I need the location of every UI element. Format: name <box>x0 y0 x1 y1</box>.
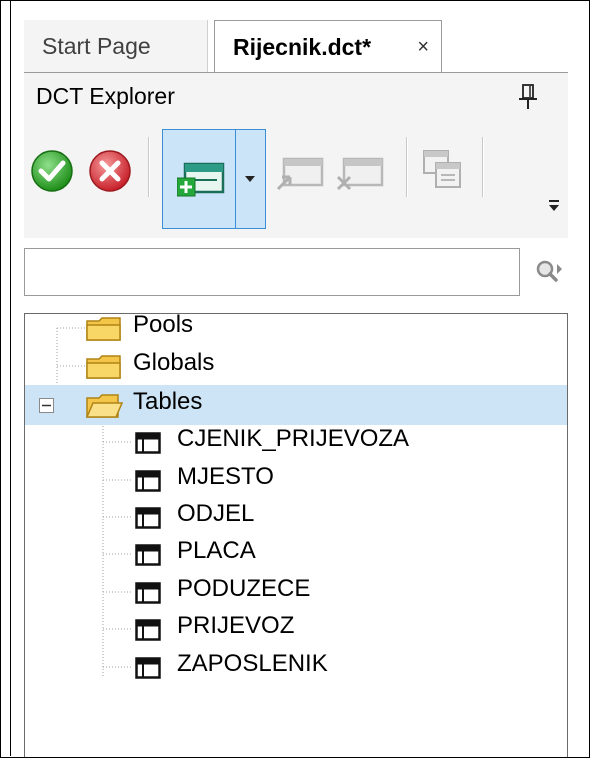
folder-icon <box>86 355 121 379</box>
pin-icon[interactable] <box>518 83 538 111</box>
dct-explorer-panel: DCT Explorer Pools Globals Tables CJENIK… <box>24 72 568 757</box>
red-x-icon[interactable] <box>88 149 132 193</box>
search-icon[interactable] <box>534 258 564 286</box>
tree-node-table[interactable]: PLACA <box>25 534 567 574</box>
table-icon <box>135 432 161 454</box>
import-icon[interactable] <box>276 155 326 193</box>
tree-node-pools[interactable]: Pools <box>25 308 567 348</box>
tab-label: Rijecnik.dct* <box>233 34 372 60</box>
copy-icon[interactable] <box>420 147 466 193</box>
table-icon <box>135 619 161 641</box>
tab-rijecnik[interactable]: Rijecnik.dct* × <box>214 20 442 72</box>
table-icon <box>135 544 161 566</box>
collapse-icon[interactable] <box>39 398 54 413</box>
tree-node-label: MJESTO <box>177 463 274 490</box>
tree-node-label: Tables <box>133 388 203 415</box>
tab-start-page[interactable]: Start Page <box>24 20 208 72</box>
green-check-icon[interactable] <box>30 149 74 193</box>
panel-title: DCT Explorer <box>36 83 175 109</box>
tree-node-table[interactable]: ODJEL <box>25 497 567 537</box>
tree-node-label: CJENIK_PRIJEVOZA <box>177 425 410 452</box>
toolbar-separator <box>482 137 484 197</box>
tree-node-label: ODJEL <box>177 500 255 527</box>
tree-node-table[interactable]: PODUZECE <box>25 572 567 612</box>
left-border <box>10 0 11 756</box>
split-divider <box>235 130 236 228</box>
table-icon <box>135 507 161 529</box>
remove-icon[interactable] <box>336 155 386 193</box>
toolbar-separator <box>406 137 408 197</box>
tree-node-globals[interactable]: Globals <box>25 346 567 386</box>
dct-tree: Pools Globals Tables CJENIK_PRIJEVOZA MJ… <box>24 311 568 757</box>
tree-node-table[interactable]: PRIJEVOZ <box>25 609 567 649</box>
panel-header: DCT Explorer <box>24 73 568 123</box>
tree-node-label: PRIJEVOZ <box>177 612 295 639</box>
table-icon <box>135 657 161 679</box>
overflow-icon[interactable] <box>546 195 562 217</box>
toolbar <box>24 123 568 238</box>
add-table-icon <box>177 162 225 197</box>
tree-node-table[interactable]: MJESTO <box>25 460 567 500</box>
toolbar-separator <box>148 137 150 197</box>
close-icon[interactable]: × <box>417 21 429 73</box>
search-bar <box>24 248 568 298</box>
tree-node-label: Pools <box>133 311 194 338</box>
tree-node-table[interactable]: ZAPOSLENIK <box>25 647 567 687</box>
tree-node-label: Globals <box>133 349 215 376</box>
folder-open-icon <box>85 394 123 418</box>
chevron-down-icon[interactable] <box>243 174 257 184</box>
tree-node-tables[interactable]: Tables <box>25 385 567 425</box>
search-input[interactable] <box>24 248 520 296</box>
add-table-button[interactable] <box>162 129 266 229</box>
table-icon <box>135 470 161 492</box>
tab-label: Start Page <box>42 33 151 59</box>
tree-node-table[interactable]: CJENIK_PRIJEVOZA <box>25 422 567 462</box>
tree-node-label: PODUZECE <box>177 575 311 602</box>
tab-bar: Start Page Rijecnik.dct* × <box>24 20 568 72</box>
tree-node-label: PLACA <box>177 537 256 564</box>
table-icon <box>135 582 161 604</box>
folder-icon <box>86 317 121 341</box>
tree-node-label: ZAPOSLENIK <box>177 650 328 677</box>
